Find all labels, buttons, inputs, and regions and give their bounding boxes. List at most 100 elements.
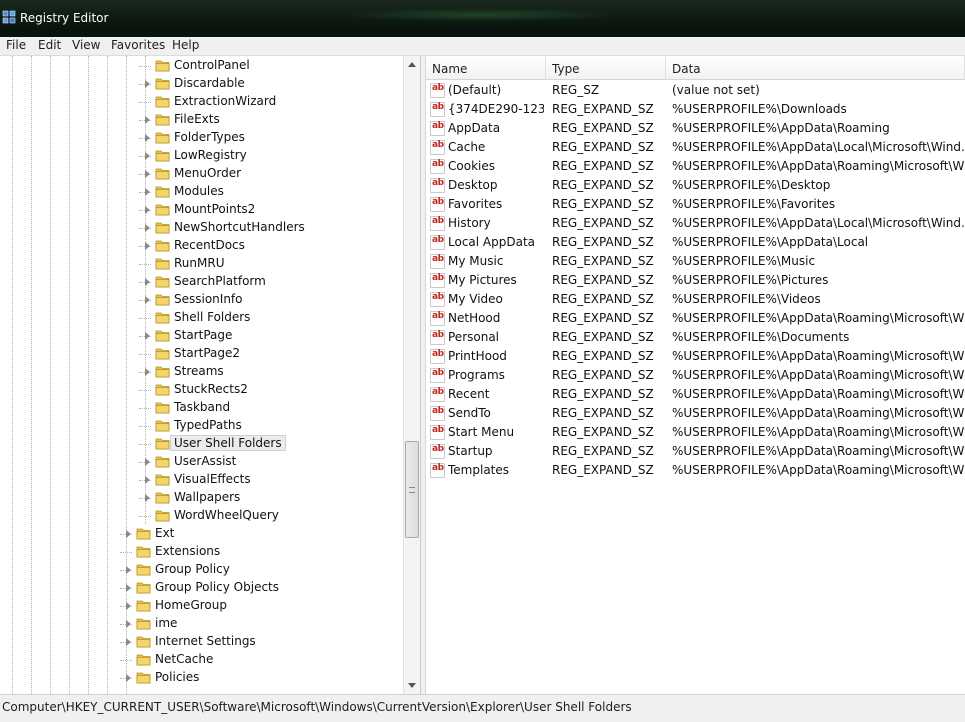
tree-item[interactable]: RunMRU xyxy=(139,255,400,273)
tree-item[interactable]: FileExts xyxy=(139,111,400,129)
value-row[interactable]: ab Personal REG_EXPAND_SZ %USERPROFILE%\Doc… xyxy=(426,328,965,347)
tree-item[interactable]: NewShortcutHandlers xyxy=(139,219,400,237)
value-row[interactable]: ab Cookies REG_EXPAND_SZ %USERPROFILE%\AppD… xyxy=(426,157,965,176)
expand-arrow-icon[interactable] xyxy=(145,242,150,250)
expand-arrow-icon[interactable] xyxy=(145,494,150,502)
value-row[interactable]: ab SendTo REG_EXPAND_SZ %USERPROFILE%\AppDa… xyxy=(426,404,965,423)
column-header-type[interactable]: Type xyxy=(546,56,666,80)
scroll-up-icon[interactable] xyxy=(408,62,416,67)
expand-arrow-icon[interactable] xyxy=(126,584,131,592)
expand-arrow-icon[interactable] xyxy=(126,530,131,538)
expand-arrow-icon[interactable] xyxy=(145,296,150,304)
tree-item[interactable]: UserAssist xyxy=(139,453,400,471)
tree-item[interactable]: SearchPlatform xyxy=(139,273,400,291)
column-header-data[interactable]: Data xyxy=(666,56,965,80)
value-row[interactable]: ab My Video REG_EXPAND_SZ %USERPROFILE%\Vid… xyxy=(426,290,965,309)
value-name: AppData xyxy=(448,121,501,135)
value-row[interactable]: ab Templates REG_EXPAND_SZ %USERPROFILE%\Ap… xyxy=(426,461,965,480)
menu-file[interactable]: File xyxy=(4,38,28,52)
folder-icon xyxy=(155,256,170,271)
tree-item[interactable]: Wallpapers xyxy=(139,489,400,507)
scroll-thumb[interactable] xyxy=(405,441,419,538)
expand-arrow-icon[interactable] xyxy=(145,116,150,124)
value-row[interactable]: ab My Pictures REG_EXPAND_SZ %USERPROFILE%\… xyxy=(426,271,965,290)
string-value-icon: ab xyxy=(430,254,445,269)
tree-item[interactable]: WordWheelQuery xyxy=(139,507,400,525)
value-row[interactable]: ab Cache REG_EXPAND_SZ %USERPROFILE%\AppDat… xyxy=(426,138,965,157)
value-row[interactable]: ab My Music REG_EXPAND_SZ %USERPROFILE%\Mus… xyxy=(426,252,965,271)
value-row[interactable]: ab PrintHood REG_EXPAND_SZ %USERPROFILE%\Ap… xyxy=(426,347,965,366)
value-row[interactable]: ab NetHood REG_EXPAND_SZ %USERPROFILE%\AppD… xyxy=(426,309,965,328)
tree-item[interactable]: SessionInfo xyxy=(139,291,400,309)
expand-arrow-icon[interactable] xyxy=(145,278,150,286)
value-row[interactable]: ab History REG_EXPAND_SZ %USERPROFILE%\AppD… xyxy=(426,214,965,233)
expand-arrow-icon[interactable] xyxy=(145,332,150,340)
tree-item[interactable]: Ext xyxy=(120,525,400,543)
value-row[interactable]: ab Programs REG_EXPAND_SZ %USERPROFILE%\App… xyxy=(426,366,965,385)
expand-arrow-icon[interactable] xyxy=(126,620,131,628)
tree-item[interactable]: StuckRects2 xyxy=(139,381,400,399)
tree-item-label: FolderTypes xyxy=(174,130,245,144)
expand-arrow-icon[interactable] xyxy=(145,206,150,214)
expand-arrow-icon[interactable] xyxy=(145,134,150,142)
menu-view[interactable]: View xyxy=(70,38,102,52)
expand-arrow-icon[interactable] xyxy=(145,368,150,376)
menu-edit[interactable]: Edit xyxy=(36,38,63,52)
expand-arrow-icon[interactable] xyxy=(145,170,150,178)
tree-item[interactable]: Policies xyxy=(120,669,400,687)
tree-item[interactable]: Streams xyxy=(139,363,400,381)
tree-item[interactable]: LowRegistry xyxy=(139,147,400,165)
value-row[interactable]: ab Favorites REG_EXPAND_SZ %USERPROFILE%\Fa… xyxy=(426,195,965,214)
tree-item[interactable]: ExtractionWizard xyxy=(139,93,400,111)
tree-item[interactable]: VisualEffects xyxy=(139,471,400,489)
tree-item[interactable]: Discardable xyxy=(139,75,400,93)
string-value-icon: ab xyxy=(430,444,445,459)
menu-help[interactable]: Help xyxy=(170,38,201,52)
tree-item[interactable]: ime xyxy=(120,615,400,633)
tree-item[interactable]: Internet Settings xyxy=(120,633,400,651)
tree-item[interactable]: Group Policy xyxy=(120,561,400,579)
menu-favorites[interactable]: Favorites xyxy=(109,38,167,52)
tree-item[interactable]: MenuOrder xyxy=(139,165,400,183)
tree-item[interactable]: FolderTypes xyxy=(139,129,400,147)
value-row[interactable]: ab{374DE290-123F... REG_EXPAND_SZ %USERPRO… xyxy=(426,100,965,119)
expand-arrow-icon[interactable] xyxy=(145,476,150,484)
expand-arrow-icon[interactable] xyxy=(126,674,131,682)
tree-item[interactable]: Shell Folders xyxy=(139,309,400,327)
tree-item[interactable]: Group Policy Objects xyxy=(120,579,400,597)
expand-arrow-icon[interactable] xyxy=(145,224,150,232)
tree-item[interactable]: MountPoints2 xyxy=(139,201,400,219)
expand-arrow-icon[interactable] xyxy=(126,638,131,646)
tree-item[interactable]: TypedPaths xyxy=(139,417,400,435)
tree-scrollbar[interactable] xyxy=(403,56,420,694)
expand-arrow-icon[interactable] xyxy=(126,566,131,574)
tree-item[interactable]: StartPage2 xyxy=(139,345,400,363)
tree-item[interactable]: RecentDocs xyxy=(139,237,400,255)
tree-item[interactable]: User Shell Folders xyxy=(139,435,400,453)
tree-item[interactable]: NetCache xyxy=(120,651,400,669)
expand-arrow-icon[interactable] xyxy=(145,458,150,466)
value-row[interactable]: ab Recent REG_EXPAND_SZ %USERPROFILE%\AppDa… xyxy=(426,385,965,404)
registry-icon[interactable] xyxy=(2,10,16,24)
expand-arrow-icon[interactable] xyxy=(145,188,150,196)
expand-arrow-icon[interactable] xyxy=(145,152,150,160)
tree-item[interactable]: Extensions xyxy=(120,543,400,561)
value-row[interactable]: ab Desktop REG_EXPAND_SZ %USERPROFILE%\Desk… xyxy=(426,176,965,195)
value-row[interactable]: ab Startup REG_EXPAND_SZ %USERPROFILE%\AppD… xyxy=(426,442,965,461)
tree-item[interactable]: HomeGroup xyxy=(120,597,400,615)
tree-item[interactable]: StartPage xyxy=(139,327,400,345)
expand-arrow-icon[interactable] xyxy=(126,602,131,610)
tree-item[interactable]: Modules xyxy=(139,183,400,201)
tree-item[interactable]: Taskband xyxy=(139,399,400,417)
expand-arrow-icon[interactable] xyxy=(145,80,150,88)
value-row[interactable]: ab Start Menu REG_EXPAND_SZ %USERPROFILE%\A… xyxy=(426,423,965,442)
key-tree[interactable]: ControlPanel Discardable ExtractionWizard F… xyxy=(0,56,421,694)
value-row[interactable]: ab Local AppData REG_EXPAND_SZ %USERPROFILE… xyxy=(426,233,965,252)
value-list[interactable]: Name Type Data ab (Default) REG_SZ (value n… xyxy=(426,56,965,694)
string-value-icon: ab xyxy=(430,387,445,402)
value-row[interactable]: ab (Default) REG_SZ (value not set) xyxy=(426,81,965,100)
scroll-down-icon[interactable] xyxy=(408,683,416,688)
column-header-name[interactable]: Name xyxy=(426,56,546,80)
tree-item[interactable]: ControlPanel xyxy=(139,57,400,75)
value-row[interactable]: ab AppData REG_EXPAND_SZ %USERPROFILE%\AppD… xyxy=(426,119,965,138)
